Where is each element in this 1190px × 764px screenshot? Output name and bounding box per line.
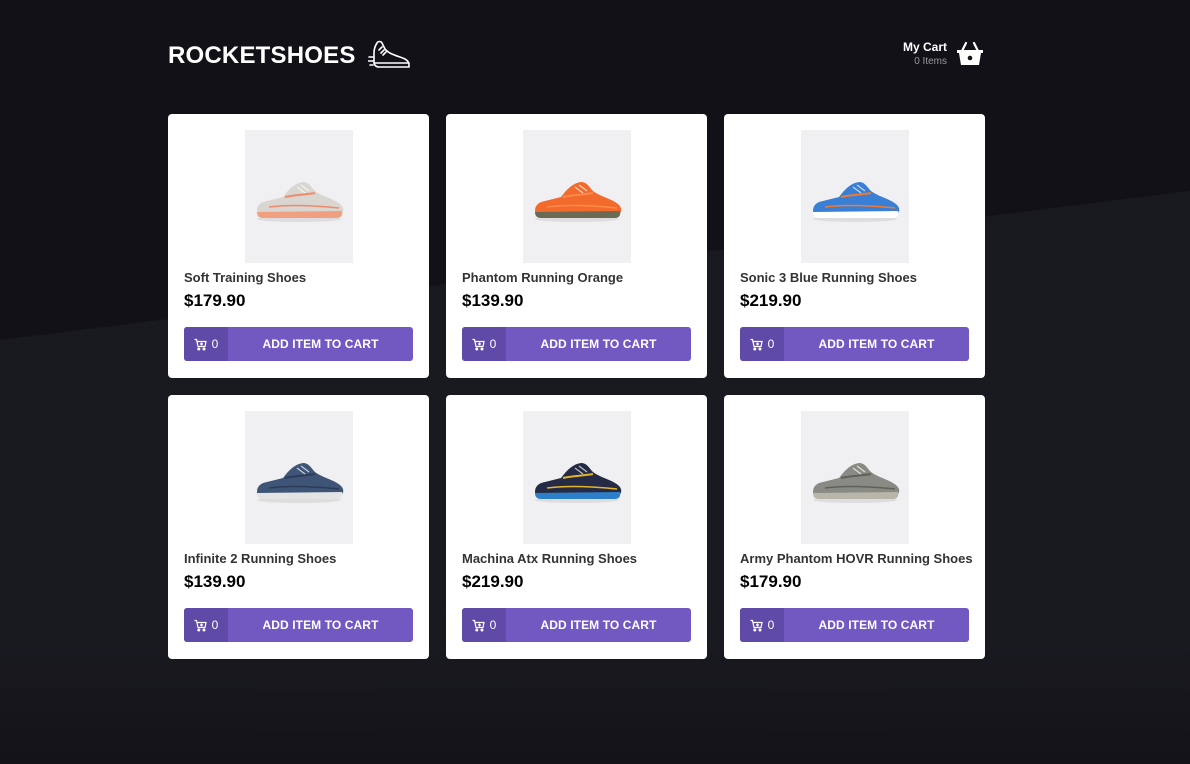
logo-text: ROCKETSHOES: [168, 42, 356, 69]
add-to-cart-button[interactable]: 0 ADD ITEM TO CART: [740, 608, 969, 642]
product-image: [800, 411, 909, 544]
cart-title: My Cart: [902, 40, 947, 54]
cart-amount-value: 0: [211, 337, 219, 351]
product-price: $219.90: [740, 291, 802, 310]
product-name: Army Phantom HOVR Running Shoes: [740, 551, 973, 566]
add-shopping-cart-icon: [472, 338, 485, 351]
add-to-cart-label: ADD ITEM TO CART: [262, 618, 379, 632]
product-price: $139.90: [184, 572, 246, 591]
cart-amount: 0: [462, 608, 506, 642]
background-gradient: [0, 644, 1190, 764]
product-price: $179.90: [740, 572, 802, 591]
cart-amount-value: 0: [489, 337, 497, 351]
add-shopping-cart-icon: [472, 619, 485, 632]
cart-amount-value: 0: [767, 618, 775, 632]
add-shopping-cart-icon: [194, 338, 207, 351]
add-to-cart-button[interactable]: 0 ADD ITEM TO CART: [740, 327, 969, 361]
shoe-image: [256, 181, 343, 222]
product-image: [800, 130, 909, 263]
product-name: Machina Atx Running Shoes: [462, 551, 638, 566]
cart-link[interactable]: My Cart 0 Items: [903, 40, 984, 68]
shoe-logo-icon: [367, 40, 410, 68]
product-price: $139.90: [462, 291, 524, 310]
add-to-cart-label: ADD ITEM TO CART: [818, 618, 935, 632]
add-shopping-cart-icon: [750, 619, 763, 632]
cart-amount-value: 0: [211, 618, 219, 632]
shoe-image: [812, 181, 899, 222]
cart-amount: 0: [184, 608, 228, 642]
product-card: Sonic 3 Blue Running Shoes $219.90 0 ADD…: [724, 114, 985, 378]
product-list: Soft Training Shoes $179.90 0 ADD ITEM T…: [168, 114, 985, 659]
product-image: [244, 130, 353, 263]
product-card: Phantom Running Orange $139.90 0 ADD ITE…: [446, 114, 707, 378]
shoe-image: [534, 462, 621, 503]
product-image: [522, 411, 631, 544]
product-price: $219.90: [462, 572, 524, 591]
product-card: Infinite 2 Running Shoes $139.90 0 ADD I…: [168, 395, 429, 659]
add-to-cart-button[interactable]: 0 ADD ITEM TO CART: [462, 327, 691, 361]
logo-link[interactable]: ROCKETSHOES: [168, 38, 412, 74]
add-to-cart-button[interactable]: 0 ADD ITEM TO CART: [184, 327, 413, 361]
add-to-cart-button[interactable]: 0 ADD ITEM TO CART: [184, 608, 413, 642]
product-card: Army Phantom HOVR Running Shoes $179.90 …: [724, 395, 985, 659]
cart-amount-value: 0: [489, 618, 497, 632]
cart-amount: 0: [462, 327, 506, 361]
header: ROCKETSHOES My Cart 0 Items: [168, 0, 985, 114]
add-to-cart-label: ADD ITEM TO CART: [540, 618, 657, 632]
cart-amount-value: 0: [767, 337, 775, 351]
page-container: ROCKETSHOES My Cart 0 Items Soft Trainin…: [168, 0, 985, 659]
cart-amount: 0: [740, 608, 784, 642]
cart-count: 0 Items: [914, 56, 947, 67]
shoe-image: [256, 462, 343, 503]
add-to-cart-label: ADD ITEM TO CART: [540, 337, 657, 351]
product-name: Soft Training Shoes: [184, 270, 307, 285]
add-to-cart-button[interactable]: 0 ADD ITEM TO CART: [462, 608, 691, 642]
product-card: Machina Atx Running Shoes $219.90 0 ADD …: [446, 395, 707, 659]
add-to-cart-label: ADD ITEM TO CART: [262, 337, 379, 351]
product-name: Sonic 3 Blue Running Shoes: [740, 270, 917, 285]
shopping-basket-icon: [957, 41, 983, 65]
product-name: Infinite 2 Running Shoes: [184, 551, 337, 566]
product-name: Phantom Running Orange: [462, 270, 624, 285]
cart-text: My Cart 0 Items: [903, 40, 947, 68]
shoe-image: [812, 462, 899, 503]
product-price: $179.90: [184, 291, 246, 310]
add-shopping-cart-icon: [194, 619, 207, 632]
add-to-cart-label: ADD ITEM TO CART: [818, 337, 935, 351]
shoe-image: [534, 181, 621, 222]
add-shopping-cart-icon: [750, 338, 763, 351]
product-image: [522, 130, 631, 263]
cart-amount: 0: [184, 327, 228, 361]
product-image: [244, 411, 353, 544]
product-card: Soft Training Shoes $179.90 0 ADD ITEM T…: [168, 114, 429, 378]
cart-amount: 0: [740, 327, 784, 361]
